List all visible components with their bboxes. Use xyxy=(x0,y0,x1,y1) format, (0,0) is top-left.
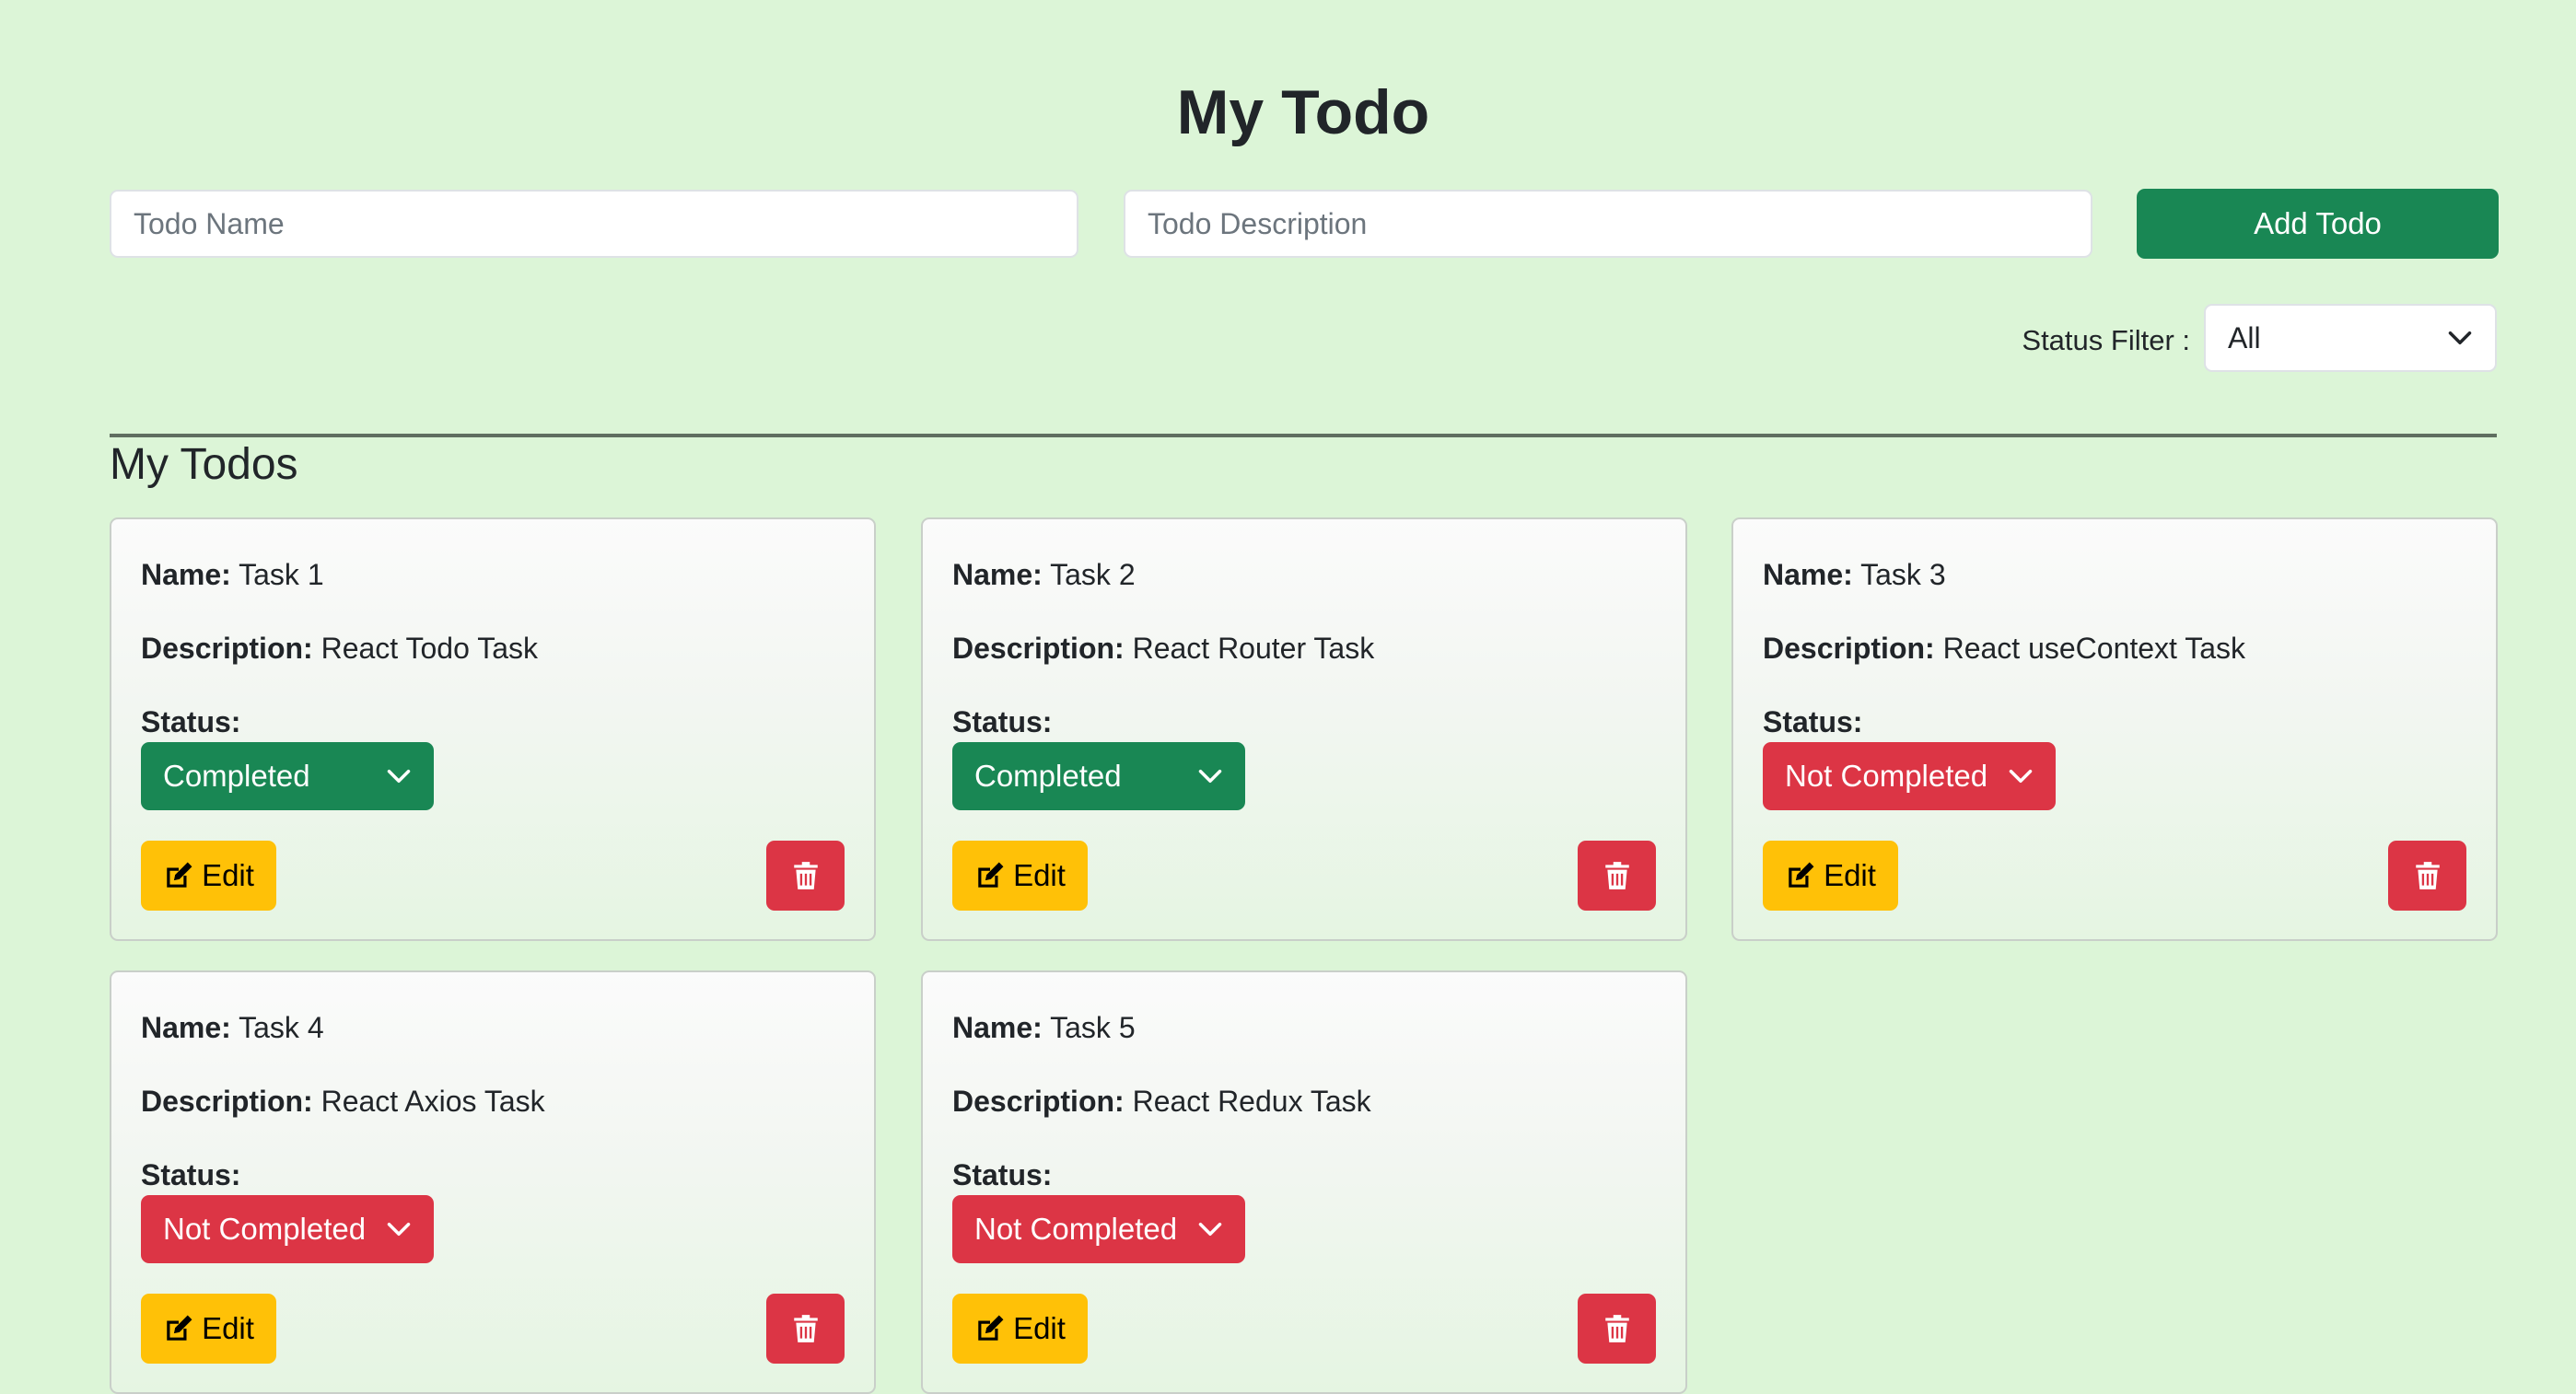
todo-description: Description: React Todo Task xyxy=(141,628,538,668)
section-title: My Todos xyxy=(110,440,298,489)
todo-description-value: React Redux Task xyxy=(1132,1085,1371,1118)
status-label: Status: xyxy=(952,705,1053,738)
delete-button[interactable] xyxy=(766,841,845,911)
todo-name: Name: Task 4 xyxy=(141,1007,324,1048)
todo-name: Name: Task 2 xyxy=(952,554,1136,595)
edit-icon xyxy=(167,862,192,888)
todo-card: Name: Task 3 Description: React useConte… xyxy=(1731,517,2498,941)
todo-description-value: React Todo Task xyxy=(321,632,538,665)
todo-name-value: Task 1 xyxy=(239,558,324,591)
todo-description-input[interactable] xyxy=(1124,190,2092,258)
todo-name: Name: Task 5 xyxy=(952,1007,1136,1048)
trash-icon xyxy=(793,1315,818,1342)
todo-status-value: Completed xyxy=(163,759,310,793)
todo-description: Description: React Axios Task xyxy=(141,1081,545,1121)
delete-button[interactable] xyxy=(766,1294,845,1364)
todo-name: Name: Task 1 xyxy=(141,554,324,595)
status-filter-label: Status Filter : xyxy=(2022,324,2190,356)
trash-icon xyxy=(1604,862,1629,889)
add-todo-button[interactable]: Add Todo xyxy=(2137,189,2499,259)
name-label: Name: xyxy=(141,558,231,591)
todo-description-value: React Router Task xyxy=(1132,632,1375,665)
trash-icon xyxy=(1604,1315,1629,1342)
trash-icon xyxy=(2415,862,2440,889)
chevron-down-icon xyxy=(2009,770,2033,783)
status-label: Status: xyxy=(952,1158,1053,1191)
edit-button[interactable]: Edit xyxy=(952,841,1088,911)
edit-label: Edit xyxy=(1013,858,1066,892)
page-title: My Todo xyxy=(1176,77,1430,147)
edit-button[interactable]: Edit xyxy=(141,841,276,911)
todo-status-select[interactable]: Completed xyxy=(141,742,434,810)
todo-name-value: Task 4 xyxy=(239,1011,324,1044)
edit-label: Edit xyxy=(202,1311,254,1345)
todo-name-value: Task 2 xyxy=(1050,558,1136,591)
todo-status-select[interactable]: Not Completed xyxy=(141,1195,434,1263)
chevron-down-icon xyxy=(2448,331,2472,344)
edit-icon xyxy=(978,1315,1004,1341)
edit-button[interactable]: Edit xyxy=(1763,841,1898,911)
edit-label: Edit xyxy=(1824,858,1876,892)
description-label: Description: xyxy=(141,1085,313,1118)
delete-button[interactable] xyxy=(1578,1294,1656,1364)
description-label: Description: xyxy=(952,1085,1125,1118)
chevron-down-icon xyxy=(387,1223,411,1236)
todo-status-value: Not Completed xyxy=(163,1212,367,1246)
description-label: Description: xyxy=(952,632,1125,665)
todo-description: Description: React Redux Task xyxy=(952,1081,1371,1121)
chevron-down-icon xyxy=(387,770,411,783)
todo-status-select[interactable]: Not Completed xyxy=(1763,742,2056,810)
description-label: Description: xyxy=(1763,632,1935,665)
chevron-down-icon xyxy=(1198,1223,1222,1236)
description-label: Description: xyxy=(141,632,313,665)
todo-status-value: Completed xyxy=(974,759,1122,793)
todo-name-input[interactable] xyxy=(110,190,1078,258)
edit-icon xyxy=(978,862,1004,888)
todo-card: Name: Task 2 Description: React Router T… xyxy=(921,517,1687,941)
status-filter-value: All xyxy=(2228,320,2261,354)
trash-icon xyxy=(793,862,818,889)
todo-description: Description: React useContext Task xyxy=(1763,628,2245,668)
todo-status-value: Not Completed xyxy=(974,1212,1178,1246)
edit-icon xyxy=(167,1315,192,1341)
todo-name: Name: Task 3 xyxy=(1763,554,1946,595)
todo-description: Description: React Router Task xyxy=(952,628,1374,668)
edit-icon xyxy=(1789,862,1814,888)
todo-card: Name: Task 1 Description: React Todo Tas… xyxy=(110,517,876,941)
todo-name-value: Task 3 xyxy=(1860,558,1946,591)
name-label: Name: xyxy=(952,1011,1043,1044)
edit-label: Edit xyxy=(202,858,254,892)
edit-button[interactable]: Edit xyxy=(141,1294,276,1364)
todo-name-value: Task 5 xyxy=(1050,1011,1136,1044)
todo-card: Name: Task 4 Description: React Axios Ta… xyxy=(110,970,876,1394)
name-label: Name: xyxy=(141,1011,231,1044)
status-label: Status: xyxy=(1763,705,1863,738)
todo-card: Name: Task 5 Description: React Redux Ta… xyxy=(921,970,1687,1394)
delete-button[interactable] xyxy=(1578,841,1656,911)
name-label: Name: xyxy=(1763,558,1853,591)
todo-status-select[interactable]: Completed xyxy=(952,742,1245,810)
status-label: Status: xyxy=(141,705,241,738)
todo-description-value: React Axios Task xyxy=(321,1085,545,1118)
edit-label: Edit xyxy=(1013,1311,1066,1345)
delete-button[interactable] xyxy=(2388,841,2466,911)
todo-status-value: Not Completed xyxy=(1785,759,1988,793)
status-filter-select[interactable]: All xyxy=(2204,304,2497,372)
name-label: Name: xyxy=(952,558,1043,591)
edit-button[interactable]: Edit xyxy=(952,1294,1088,1364)
section-divider xyxy=(110,434,2497,437)
chevron-down-icon xyxy=(1198,770,1222,783)
todo-status-select[interactable]: Not Completed xyxy=(952,1195,1245,1263)
todo-description-value: React useContext Task xyxy=(1942,632,2246,665)
status-label: Status: xyxy=(141,1158,241,1191)
